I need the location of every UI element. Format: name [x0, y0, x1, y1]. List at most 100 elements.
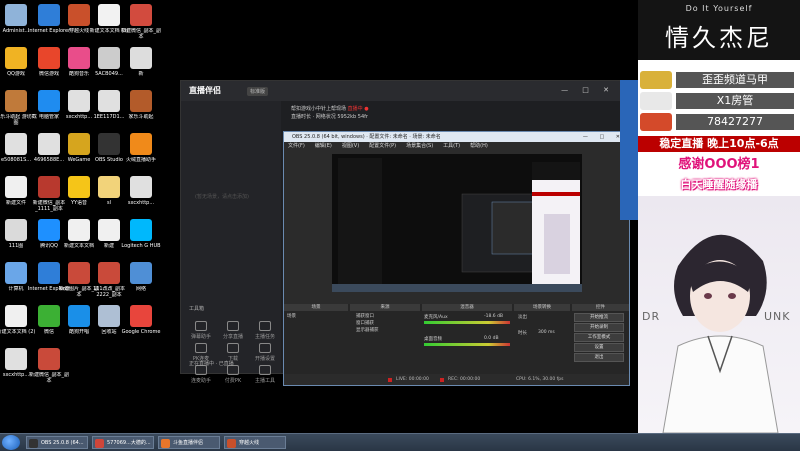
desktop-icon-label: sxcxhttp...	[127, 200, 155, 206]
taskbar-item[interactable]: OBS 25.0.8 (64...	[26, 436, 88, 449]
overlay-tagline: Do It Yourself	[685, 4, 753, 13]
dock-mixer-header: 混音器	[422, 304, 512, 311]
studio-mode-button[interactable]: 工作室模式	[574, 333, 624, 342]
app-icon	[98, 305, 120, 327]
mixer-db-mic: -18.6 dB	[484, 314, 504, 319]
taskbar-app-icon	[161, 439, 170, 448]
obs-preview[interactable]	[332, 154, 582, 292]
tool-icon	[227, 321, 239, 331]
desktop-icon-label: 新建微信_副本_副本	[28, 372, 69, 384]
taskbar-item[interactable]: 斗鱼直播伴侣	[158, 436, 220, 449]
rank-avatar	[640, 71, 672, 89]
toolbox-item[interactable]: 开播设置	[251, 343, 279, 362]
dock-transition-header: 场景转换	[514, 304, 570, 311]
mixer-label-mic: 麦克风/Aux	[424, 315, 448, 320]
rank-avatar	[640, 92, 672, 110]
zhibo-sidebar: (暂无场景，请点击添加) 工具箱 弹幕助手 分享直播 主播任务 PK连麦 下载 开播设置连…	[181, 101, 281, 384]
rank-row: X1房管	[638, 91, 800, 111]
desktop-icon[interactable]: 新	[119, 47, 163, 77]
desktop-icon[interactable]: 火绒直播助手	[119, 133, 163, 163]
app-icon	[98, 133, 120, 155]
app-icon	[130, 219, 152, 241]
zhibo-bottom-status: 正在直播中 · 已直播	[189, 361, 234, 367]
source-item[interactable]: 捕获窗口	[356, 313, 374, 319]
desktop-icon[interactable]: Google Chrome	[119, 305, 163, 335]
toolbox-item[interactable]: 主播工具	[251, 365, 279, 384]
desktop-icon[interactable]: Logitech G HUB	[119, 219, 163, 249]
app-icon	[98, 47, 120, 69]
app-icon	[130, 262, 152, 284]
zhibo-info-line2: 直播时长 · 网络状况	[291, 114, 336, 120]
obs-menu-item[interactable]: 配置文件(P)	[369, 143, 396, 149]
obs-window-controls[interactable]: — □ ✕	[583, 132, 625, 142]
desktop-icon[interactable]: 新建微信_副本_副本	[119, 4, 163, 40]
app-icon	[5, 4, 27, 26]
taskbar-item[interactable]: 穿越火线	[224, 436, 286, 449]
status-live: LIVE: 00:00:00	[396, 377, 429, 382]
zhibo-titlebar[interactable]: 直播伴侣 标准版 — □ ✕	[181, 81, 621, 101]
duration-input[interactable]: 300 ms	[538, 330, 555, 335]
desktop-icon-label: Logitech G HUB	[121, 243, 161, 249]
background-window-edge	[620, 80, 638, 220]
start-stream-button[interactable]: 开始推流	[574, 313, 624, 322]
obs-statusbar: LIVE: 00:00:00 REC: 00:00:00 CPU: 6.1%, …	[284, 375, 629, 385]
taskbar-item[interactable]: 577069...大德的...	[92, 436, 154, 449]
desktop-icon-label: Google Chrome	[121, 329, 161, 335]
dock-scenes-header: 场景	[284, 304, 348, 311]
portrait-text-left: DR	[642, 310, 661, 323]
obs-titlebar[interactable]: OBS 25.0.8 (64 bit, windows) · 配置文件: 未命名…	[284, 132, 629, 142]
rank-name: 歪歪频道马甲	[676, 72, 794, 88]
stream-overlay-panel: Do It Yourself 情久杰尼 歪歪频道马甲 X1房管 78427277…	[638, 0, 800, 434]
zhibo-scene-placeholder: (暂无场景，请点击添加)	[195, 194, 249, 200]
app-icon	[98, 90, 120, 112]
app-icon	[5, 305, 27, 327]
obs-preview-canvas	[332, 154, 582, 292]
obs-title: OBS 25.0.8 (64 bit, windows) · 配置文件: 未命名…	[292, 134, 441, 140]
app-icon	[98, 262, 120, 284]
scene-item[interactable]: 场景	[287, 313, 296, 319]
toolbox-item[interactable]: 分享直播	[219, 321, 247, 340]
transition-select[interactable]: 淡出	[518, 314, 527, 320]
settings-button[interactable]: 设置	[574, 343, 624, 352]
taskbar-item-label: OBS 25.0.8 (64...	[41, 440, 84, 446]
obs-menu-item[interactable]: 帮助(H)	[470, 143, 488, 149]
obs-menu-item[interactable]: 文件(F)	[288, 143, 305, 149]
zhibo-badge: 标准版	[247, 87, 269, 96]
anime-portrait: DR UNK	[638, 196, 800, 434]
rank-name: 78427277	[676, 114, 794, 130]
start-record-button[interactable]: 开始录制	[574, 323, 624, 332]
desktop-icon-label: 网络	[135, 286, 146, 292]
obs-menubar: 文件(F) 编辑(E) 视图(V) 配置文件(P) 场景集合(S) 工具(T) 帮助(H)	[284, 142, 629, 151]
app-icon	[130, 176, 152, 198]
zhibo-window-controls[interactable]: — □ ✕	[561, 86, 615, 94]
source-item[interactable]: 显示器捕获	[356, 327, 379, 333]
rec-dot-icon	[440, 378, 444, 382]
obs-window[interactable]: OBS 25.0.8 (64 bit, windows) · 配置文件: 未命名…	[283, 131, 630, 386]
app-icon	[5, 219, 27, 241]
tool-icon	[259, 321, 271, 331]
obs-menu-item[interactable]: 视图(V)	[342, 143, 359, 149]
desktop-icon[interactable]: 新建微信_副本_副本	[27, 348, 71, 384]
obs-menu-item[interactable]: 编辑(E)	[315, 143, 332, 149]
zhibo-live-indicator: 直播中 ●	[347, 106, 369, 112]
app-icon	[130, 4, 152, 26]
app-icon	[130, 90, 152, 112]
desktop-icon[interactable]: sxcxhttp...	[119, 176, 163, 206]
start-button[interactable]	[2, 435, 20, 450]
obs-menu-item[interactable]: 工具(T)	[443, 143, 460, 149]
source-item[interactable]: 窗口捕获	[356, 320, 374, 326]
desktop-icon[interactable]: 家乐斗助起	[119, 90, 163, 120]
toolbox-item[interactable]: 连麦助手	[187, 365, 215, 384]
notice-schedule: 稳定直播 晚上10点-6点	[638, 136, 800, 152]
desktop-icon[interactable]: 网络	[119, 262, 163, 292]
tool-label: 连麦助手	[190, 378, 211, 384]
tool-icon	[227, 343, 239, 353]
toolbox-item[interactable]: 弹幕助手	[187, 321, 215, 340]
desktop-icon-label: 家乐斗助起	[128, 114, 154, 120]
obs-docks: 场景 来源 混音器 场景转换 控件 场景 捕获窗口 窗口捕获 显示器捕获 麦克风…	[284, 304, 629, 374]
toolbox-item[interactable]: 付费PK	[219, 365, 247, 384]
tool-label: 分享直播	[222, 334, 243, 340]
exit-button[interactable]: 退出	[574, 353, 624, 362]
toolbox-item[interactable]: 主播任务	[251, 321, 279, 340]
obs-menu-item[interactable]: 场景集合(S)	[406, 143, 433, 149]
